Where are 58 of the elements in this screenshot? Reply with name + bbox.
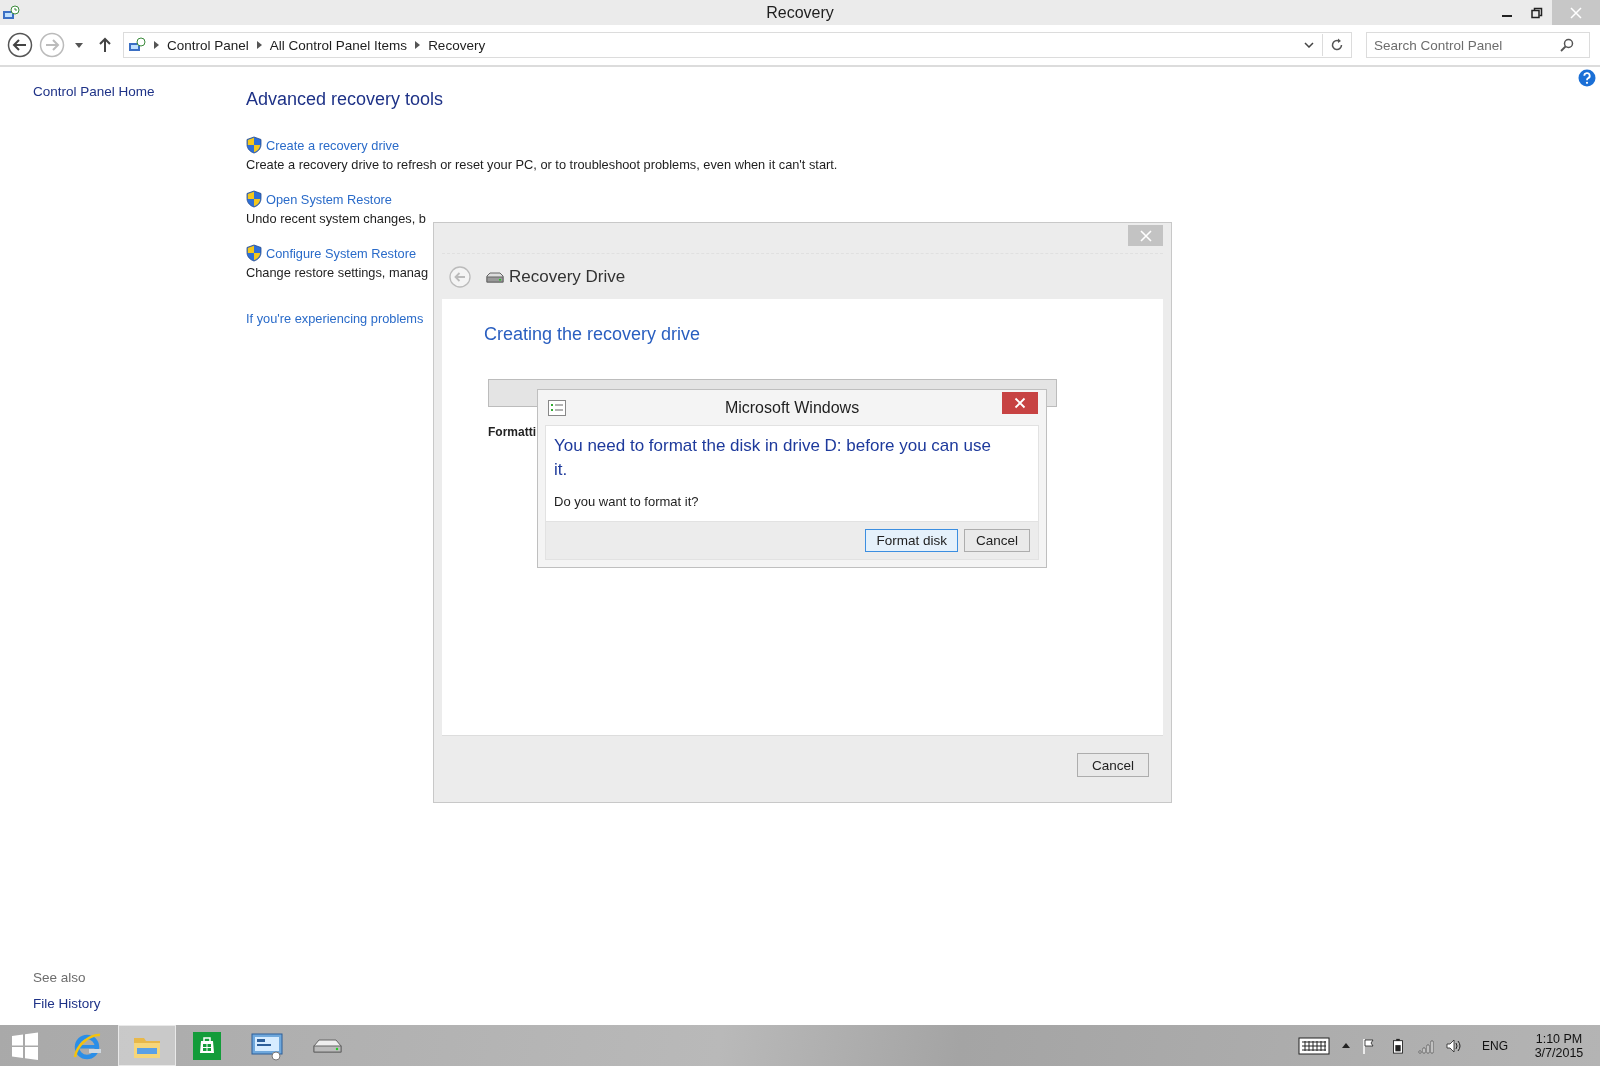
dialog-title: Recovery Drive — [509, 266, 626, 287]
control-panel-icon — [2, 4, 20, 21]
main-instruction: You need to format the disk in drive D: before you can use it. — [554, 435, 992, 481]
breadcrumb[interactable]: Control Panel — [167, 37, 249, 53]
cancel-button[interactable]: Cancel — [1077, 753, 1149, 777]
restore-icon — [1531, 6, 1543, 19]
volume-icon[interactable] — [1446, 1037, 1462, 1054]
sidebar-link[interactable]: File History — [33, 996, 101, 1011]
help-icon[interactable] — [1578, 69, 1596, 87]
search-icon — [1560, 38, 1574, 52]
close-icon — [1139, 229, 1152, 242]
window-title: Recovery — [765, 3, 835, 22]
close-icon — [1014, 397, 1026, 409]
cancel-button[interactable]: Cancel — [964, 529, 1030, 552]
monitor-icon — [250, 1030, 284, 1061]
tool-description: Undo recent system changes, b — [246, 210, 426, 228]
keyboard-icon[interactable] — [1298, 1036, 1330, 1055]
chevron-icon — [154, 41, 159, 49]
close-icon — [1570, 6, 1582, 19]
list-icon — [548, 399, 566, 416]
search-field[interactable]: Search Control Panel — [1366, 32, 1590, 58]
help-link[interactable]: If you're experiencing problems — [246, 311, 424, 326]
tool-link[interactable]: Configure System Restore — [266, 245, 417, 261]
sidebar-link[interactable]: Control Panel Home — [33, 84, 155, 99]
chevron-icon — [256, 41, 262, 49]
close-button[interactable] — [1002, 392, 1038, 414]
drive-icon — [485, 270, 505, 283]
shield-icon — [246, 190, 262, 208]
shield-icon — [246, 244, 262, 262]
up-arrow-icon[interactable] — [99, 37, 111, 53]
breadcrumb[interactable]: Recovery — [428, 37, 486, 53]
see-also-heading: See also — [33, 970, 86, 985]
clock-time[interactable]: 1:10 PM — [1535, 1031, 1583, 1046]
tool-link[interactable]: Open System Restore — [266, 191, 392, 207]
tool-link[interactable]: Create a recovery drive — [266, 137, 399, 153]
battery-icon[interactable] — [1390, 1037, 1406, 1054]
dialog-heading: Creating the recovery drive — [484, 324, 701, 345]
tool-description: Change restore settings, manag — [246, 264, 429, 282]
dropdown-icon[interactable] — [75, 42, 83, 48]
question-text: Do you want to format it? — [554, 494, 699, 509]
dropdown-icon[interactable] — [1304, 42, 1314, 48]
back-button[interactable] — [7, 32, 33, 58]
control-panel-icon — [128, 37, 146, 53]
page-heading: Advanced recovery tools — [246, 89, 444, 110]
minimize-icon — [1502, 14, 1512, 17]
status-text: Formatti — [488, 425, 536, 439]
language-indicator[interactable]: ENG — [1482, 1038, 1508, 1053]
clock-date[interactable]: 3/7/2015 — [1534, 1045, 1584, 1060]
breadcrumb[interactable]: All Control Panel Items — [269, 37, 408, 53]
format-disk-button[interactable]: Format disk — [865, 529, 958, 552]
message-box-title: Microsoft Windows — [723, 398, 861, 417]
chevron-icon — [415, 41, 421, 49]
windows-logo-icon — [10, 1030, 40, 1061]
shopping-bag-icon — [191, 1029, 223, 1062]
tool-description: Create a recovery drive to refresh or reset your PC, or to troubleshoot problems, even when it can't start. — [246, 156, 838, 174]
shield-icon — [246, 136, 262, 154]
address-bar[interactable]: Control Panel All Control Panel Items Recovery — [123, 32, 1352, 58]
caret-icon[interactable] — [1342, 1043, 1350, 1048]
